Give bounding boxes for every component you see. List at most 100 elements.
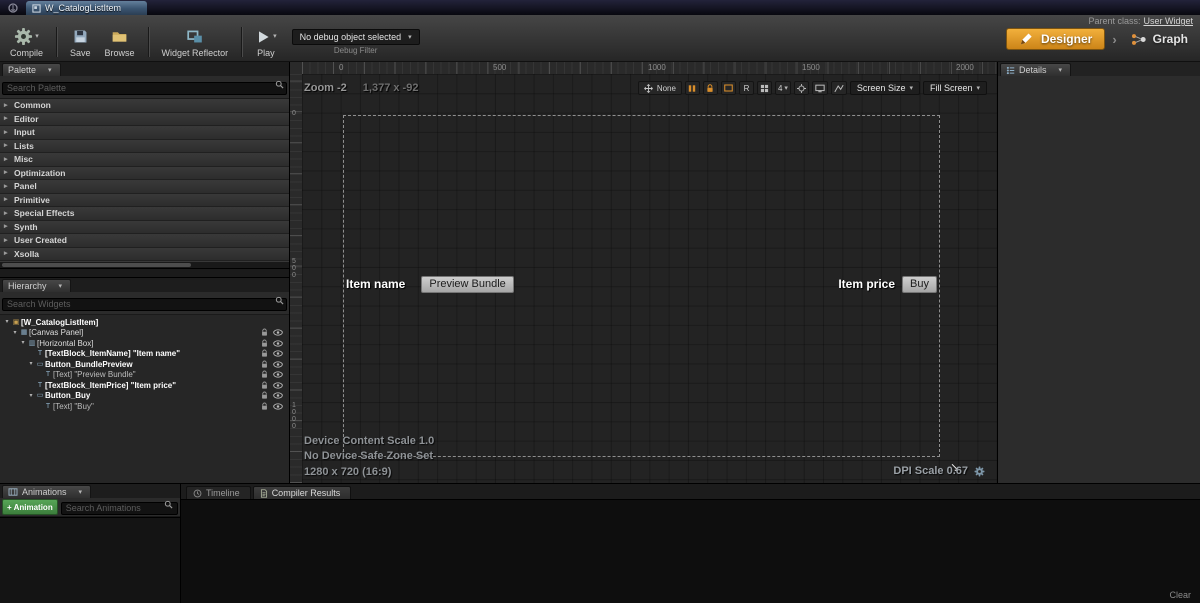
animations-list[interactable] bbox=[0, 517, 180, 603]
lock-icon[interactable] bbox=[261, 339, 268, 348]
grid-size-button[interactable]: 4 ▾ bbox=[775, 81, 791, 95]
timeline-tab[interactable]: Timeline bbox=[186, 486, 251, 499]
lock-icon[interactable] bbox=[261, 349, 268, 358]
save-button[interactable]: Save bbox=[63, 25, 98, 60]
scrollbar-thumb[interactable] bbox=[2, 263, 191, 267]
chevron-down-icon[interactable]: ▾ bbox=[59, 283, 63, 290]
asset-tab[interactable]: W_CatalogListItem bbox=[26, 1, 147, 15]
compiler-results-tab[interactable]: Compiler Results bbox=[253, 486, 352, 499]
screen-size-dropdown[interactable]: Screen Size ▾ bbox=[850, 81, 920, 95]
preview-background-button[interactable] bbox=[812, 81, 828, 95]
visibility-eye-icon[interactable] bbox=[273, 361, 283, 368]
chevron-down-icon[interactable]: ▾ bbox=[1059, 67, 1063, 74]
localization-preview-button[interactable]: None bbox=[638, 81, 682, 95]
tree-row-button-bundlepreview[interactable]: ▾ ▭ Button_BundlePreview bbox=[0, 359, 289, 370]
palette-category-lists[interactable]: ▸Lists bbox=[0, 140, 289, 154]
designer-canvas[interactable]: 0 500 1000 1500 2000 0 5 0 0 1 0 0 0 Ite… bbox=[290, 62, 997, 483]
designer-mode-button[interactable]: Designer bbox=[1006, 28, 1105, 50]
tree-item-label[interactable]: [TextBlock_ItemName] "Item name" bbox=[45, 349, 180, 358]
tree-item-label[interactable]: [Horizontal Box] bbox=[37, 339, 93, 348]
tree-row-canvas-panel[interactable]: ▾ ▦ [Canvas Panel] bbox=[0, 328, 289, 339]
expand-arrow-icon[interactable]: ▸ bbox=[4, 169, 10, 176]
expand-arrow-icon[interactable]: ▸ bbox=[4, 102, 10, 109]
tree-row-text-preview-bundle[interactable]: T [Text] "Preview Bundle" bbox=[0, 370, 289, 381]
dpi-settings-gear-icon[interactable] bbox=[974, 466, 985, 477]
hierarchy-tab[interactable]: Hierarchy ▾ bbox=[2, 279, 71, 292]
tree-item-label[interactable]: [TextBlock_ItemPrice] "Item price" bbox=[45, 381, 176, 390]
expander-icon[interactable]: ▾ bbox=[19, 340, 27, 346]
palette-category-editor[interactable]: ▸Editor bbox=[0, 113, 289, 127]
palette-search-input[interactable] bbox=[2, 82, 287, 95]
parent-class-link[interactable]: User Widget bbox=[1143, 16, 1193, 26]
buy-button[interactable]: Buy bbox=[902, 276, 937, 293]
lock-widgets-button[interactable] bbox=[703, 81, 718, 95]
browse-button[interactable]: Browse bbox=[98, 25, 142, 60]
expand-arrow-icon[interactable]: ▸ bbox=[4, 129, 10, 136]
details-tab[interactable]: Details ▾ bbox=[1000, 63, 1071, 76]
expand-arrow-icon[interactable]: ▸ bbox=[4, 210, 10, 217]
compile-dropdown-icon[interactable]: ▾ bbox=[35, 33, 39, 40]
tree-item-label[interactable]: Button_BundlePreview bbox=[45, 360, 133, 369]
add-animation-button[interactable]: + Animation bbox=[2, 499, 58, 515]
expander-icon[interactable]: ▾ bbox=[11, 330, 19, 336]
visibility-eye-icon[interactable] bbox=[273, 350, 283, 357]
tree-row-button-buy[interactable]: ▾ ▭ Button_Buy bbox=[0, 391, 289, 402]
expand-arrow-icon[interactable]: ▸ bbox=[4, 142, 10, 149]
tree-row-root[interactable]: ▾ ▣ [W_CatalogListItem] bbox=[0, 317, 289, 328]
tree-item-label[interactable]: Button_Buy bbox=[45, 391, 90, 400]
graph-mode-button[interactable]: Graph bbox=[1124, 29, 1194, 50]
palette-category-primitive[interactable]: ▸Primitive bbox=[0, 194, 289, 208]
lock-icon[interactable] bbox=[261, 402, 268, 411]
tree-item-label[interactable]: [Text] "Buy" bbox=[53, 402, 94, 411]
grid-snap-button[interactable] bbox=[757, 81, 772, 95]
tree-item-label[interactable]: [Text] "Preview Bundle" bbox=[53, 370, 136, 379]
palette-scrollbar[interactable] bbox=[0, 262, 289, 268]
palette-category-user-created[interactable]: ▸User Created bbox=[0, 234, 289, 248]
expand-arrow-icon[interactable]: ▸ bbox=[4, 250, 10, 257]
expand-arrow-icon[interactable]: ▸ bbox=[4, 196, 10, 203]
expander-icon[interactable]: ▾ bbox=[3, 319, 11, 325]
tree-item-label[interactable]: [Canvas Panel] bbox=[29, 328, 83, 337]
expander-icon[interactable]: ▾ bbox=[27, 393, 35, 399]
zoom-to-fit-button[interactable] bbox=[794, 81, 809, 95]
palette-category-xsolla[interactable]: ▸Xsolla bbox=[0, 248, 289, 262]
panel-divider[interactable] bbox=[0, 268, 289, 278]
palette-category-special-effects[interactable]: ▸Special Effects bbox=[0, 207, 289, 221]
compile-button[interactable]: ▾ Compile bbox=[3, 25, 50, 60]
clear-log-button[interactable]: Clear bbox=[1169, 590, 1191, 600]
fill-screen-dropdown[interactable]: Fill Screen ▾ bbox=[923, 81, 987, 95]
tree-item-label[interactable]: [W_CatalogListItem] bbox=[21, 318, 98, 327]
palette-category-common[interactable]: ▸Common bbox=[0, 99, 289, 113]
safe-zones-button[interactable] bbox=[721, 81, 736, 95]
toggle-outlines-button[interactable] bbox=[685, 81, 700, 95]
chevron-down-icon[interactable]: ▾ bbox=[79, 489, 83, 496]
animations-search-input[interactable] bbox=[61, 502, 178, 515]
debug-object-dropdown[interactable]: No debug object selected ▾ bbox=[292, 29, 420, 45]
design-grid[interactable]: Item name Preview Bundle Item price Buy … bbox=[302, 74, 997, 483]
palette-category-optimization[interactable]: ▸Optimization bbox=[0, 167, 289, 181]
palette-category-synth[interactable]: ▸Synth bbox=[0, 221, 289, 235]
animations-tab[interactable]: Animations ▾ bbox=[2, 485, 91, 498]
hierarchy-search-input[interactable] bbox=[2, 298, 287, 311]
visibility-eye-icon[interactable] bbox=[273, 371, 283, 378]
play-dropdown-icon[interactable]: ▾ bbox=[273, 33, 277, 40]
visibility-eye-icon[interactable] bbox=[273, 392, 283, 399]
widget-reflector-button[interactable]: Widget Reflector bbox=[155, 25, 236, 60]
respect-locks-button[interactable]: R bbox=[739, 81, 754, 95]
visibility-eye-icon[interactable] bbox=[273, 403, 283, 410]
lock-icon[interactable] bbox=[261, 328, 268, 337]
tree-row-horizontal-box[interactable]: ▾ ▥ [Horizontal Box] bbox=[0, 338, 289, 349]
lock-icon[interactable] bbox=[261, 391, 268, 400]
tree-row-textblock-itemname[interactable]: T [TextBlock_ItemName] "Item name" bbox=[0, 349, 289, 360]
horizontal-box-preview[interactable]: Item name Preview Bundle Item price Buy bbox=[346, 275, 937, 293]
expand-arrow-icon[interactable]: ▸ bbox=[4, 223, 10, 230]
lock-icon[interactable] bbox=[261, 360, 268, 369]
visibility-eye-icon[interactable] bbox=[273, 329, 283, 336]
lock-icon[interactable] bbox=[261, 381, 268, 390]
play-button[interactable]: ▾ Play bbox=[248, 25, 284, 60]
item-name-text[interactable]: Item name bbox=[346, 277, 405, 291]
expand-arrow-icon[interactable]: ▸ bbox=[4, 183, 10, 190]
expander-icon[interactable]: ▾ bbox=[27, 361, 35, 367]
lock-icon[interactable] bbox=[261, 370, 268, 379]
visibility-eye-icon[interactable] bbox=[273, 382, 283, 389]
